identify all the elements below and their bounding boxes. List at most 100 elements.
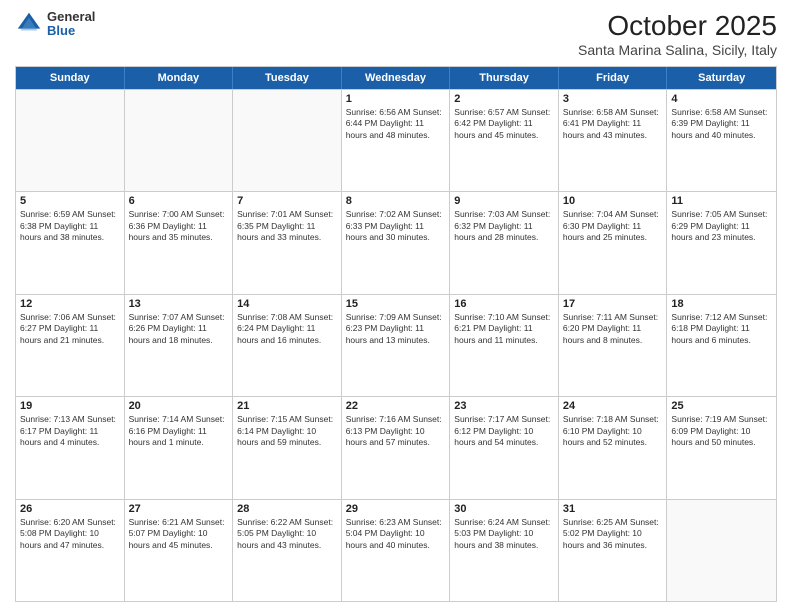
day-info: Sunrise: 7:01 AM Sunset: 6:35 PM Dayligh… bbox=[237, 209, 337, 243]
cal-day-27: 27 Sunrise: 6:21 AM Sunset: 5:07 PM Dayli… bbox=[125, 500, 234, 601]
day-info: Sunrise: 7:16 AM Sunset: 6:13 PM Dayligh… bbox=[346, 414, 446, 448]
day-info: Sunrise: 7:14 AM Sunset: 6:16 PM Dayligh… bbox=[129, 414, 229, 448]
cal-empty-0-2 bbox=[233, 90, 342, 191]
day-number: 25 bbox=[671, 400, 772, 412]
calendar-body: 1 Sunrise: 6:56 AM Sunset: 6:44 PM Daylig… bbox=[16, 89, 776, 601]
day-info: Sunrise: 7:17 AM Sunset: 6:12 PM Dayligh… bbox=[454, 414, 554, 448]
day-number: 7 bbox=[237, 195, 337, 207]
logo-general: General bbox=[47, 10, 95, 24]
cal-day-6: 6Sunrise: 7:00 AM Sunset: 6:36 PM Daylig… bbox=[125, 192, 234, 293]
day-info: Sunrise: 6:22 AM Sunset: 5:05 PM Dayligh… bbox=[237, 517, 337, 551]
day-number: 15 bbox=[346, 298, 446, 310]
header-day-saturday: Saturday bbox=[667, 67, 776, 89]
day-info: Sunrise: 7:13 AM Sunset: 6:17 PM Dayligh… bbox=[20, 414, 120, 448]
day-number: 3 bbox=[563, 93, 663, 105]
day-number: 17 bbox=[563, 298, 663, 310]
header-day-thursday: Thursday bbox=[450, 67, 559, 89]
cal-week-4: 26 Sunrise: 6:20 AM Sunset: 5:08 PM Dayli… bbox=[16, 499, 776, 601]
cal-day-28: 28Sunrise: 6:22 AM Sunset: 5:05 PM Dayli… bbox=[233, 500, 342, 601]
cal-day-14: 14 Sunrise: 7:08 AM Sunset: 6:24 PM Dayli… bbox=[233, 295, 342, 396]
month-title: October 2025 bbox=[578, 10, 777, 42]
cal-day-7: 7 Sunrise: 7:01 AM Sunset: 6:35 PM Daylig… bbox=[233, 192, 342, 293]
cal-day-3: 3 Sunrise: 6:58 AM Sunset: 6:41 PM Daylig… bbox=[559, 90, 668, 191]
cal-week-3: 19 Sunrise: 7:13 AM Sunset: 6:17 PM Dayli… bbox=[16, 396, 776, 498]
day-info: Sunrise: 6:58 AM Sunset: 6:39 PM Dayligh… bbox=[671, 107, 772, 141]
logo-text: General Blue bbox=[47, 10, 95, 39]
calendar: SundayMondayTuesdayWednesdayThursdayFrid… bbox=[15, 66, 777, 602]
day-number: 27 bbox=[129, 503, 229, 515]
cal-day-29: 29Sunrise: 6:23 AM Sunset: 5:04 PM Dayli… bbox=[342, 500, 451, 601]
header: General Blue October 2025 Santa Marina S… bbox=[15, 10, 777, 58]
day-info: Sunrise: 6:59 AM Sunset: 6:38 PM Dayligh… bbox=[20, 209, 120, 243]
day-number: 5 bbox=[20, 195, 120, 207]
day-number: 9 bbox=[454, 195, 554, 207]
day-info: Sunrise: 7:02 AM Sunset: 6:33 PM Dayligh… bbox=[346, 209, 446, 243]
day-info: Sunrise: 7:15 AM Sunset: 6:14 PM Dayligh… bbox=[237, 414, 337, 448]
day-number: 12 bbox=[20, 298, 120, 310]
day-info: Sunrise: 7:07 AM Sunset: 6:26 PM Dayligh… bbox=[129, 312, 229, 346]
cal-day-4: 4Sunrise: 6:58 AM Sunset: 6:39 PM Daylig… bbox=[667, 90, 776, 191]
logo-icon bbox=[15, 10, 43, 38]
cal-day-22: 22 Sunrise: 7:16 AM Sunset: 6:13 PM Dayli… bbox=[342, 397, 451, 498]
logo: General Blue bbox=[15, 10, 95, 39]
cal-day-19: 19 Sunrise: 7:13 AM Sunset: 6:17 PM Dayli… bbox=[16, 397, 125, 498]
cal-day-5: 5 Sunrise: 6:59 AM Sunset: 6:38 PM Daylig… bbox=[16, 192, 125, 293]
day-info: Sunrise: 6:21 AM Sunset: 5:07 PM Dayligh… bbox=[129, 517, 229, 551]
day-info: Sunrise: 6:25 AM Sunset: 5:02 PM Dayligh… bbox=[563, 517, 663, 551]
day-number: 26 bbox=[20, 503, 120, 515]
cal-day-8: 8Sunrise: 7:02 AM Sunset: 6:33 PM Daylig… bbox=[342, 192, 451, 293]
day-number: 11 bbox=[671, 195, 772, 207]
cal-week-2: 12 Sunrise: 7:06 AM Sunset: 6:27 PM Dayli… bbox=[16, 294, 776, 396]
cal-day-17: 17Sunrise: 7:11 AM Sunset: 6:20 PM Dayli… bbox=[559, 295, 668, 396]
day-info: Sunrise: 6:58 AM Sunset: 6:41 PM Dayligh… bbox=[563, 107, 663, 141]
day-info: Sunrise: 6:57 AM Sunset: 6:42 PM Dayligh… bbox=[454, 107, 554, 141]
cal-day-30: 30Sunrise: 6:24 AM Sunset: 5:03 PM Dayli… bbox=[450, 500, 559, 601]
day-info: Sunrise: 6:24 AM Sunset: 5:03 PM Dayligh… bbox=[454, 517, 554, 551]
cal-day-13: 13Sunrise: 7:07 AM Sunset: 6:26 PM Dayli… bbox=[125, 295, 234, 396]
day-info: Sunrise: 6:23 AM Sunset: 5:04 PM Dayligh… bbox=[346, 517, 446, 551]
day-info: Sunrise: 7:08 AM Sunset: 6:24 PM Dayligh… bbox=[237, 312, 337, 346]
day-info: Sunrise: 7:09 AM Sunset: 6:23 PM Dayligh… bbox=[346, 312, 446, 346]
calendar-header: SundayMondayTuesdayWednesdayThursdayFrid… bbox=[16, 67, 776, 89]
cal-day-11: 11 Sunrise: 7:05 AM Sunset: 6:29 PM Dayli… bbox=[667, 192, 776, 293]
cal-day-20: 20 Sunrise: 7:14 AM Sunset: 6:16 PM Dayli… bbox=[125, 397, 234, 498]
day-info: Sunrise: 7:18 AM Sunset: 6:10 PM Dayligh… bbox=[563, 414, 663, 448]
header-day-wednesday: Wednesday bbox=[342, 67, 451, 89]
day-info: Sunrise: 7:05 AM Sunset: 6:29 PM Dayligh… bbox=[671, 209, 772, 243]
day-info: Sunrise: 7:03 AM Sunset: 6:32 PM Dayligh… bbox=[454, 209, 554, 243]
header-day-sunday: Sunday bbox=[16, 67, 125, 89]
day-info: Sunrise: 6:20 AM Sunset: 5:08 PM Dayligh… bbox=[20, 517, 120, 551]
day-number: 14 bbox=[237, 298, 337, 310]
cal-day-25: 25 Sunrise: 7:19 AM Sunset: 6:09 PM Dayli… bbox=[667, 397, 776, 498]
cal-day-1: 1 Sunrise: 6:56 AM Sunset: 6:44 PM Daylig… bbox=[342, 90, 451, 191]
cal-week-0: 1 Sunrise: 6:56 AM Sunset: 6:44 PM Daylig… bbox=[16, 89, 776, 191]
cal-day-18: 18 Sunrise: 7:12 AM Sunset: 6:18 PM Dayli… bbox=[667, 295, 776, 396]
day-info: Sunrise: 7:06 AM Sunset: 6:27 PM Dayligh… bbox=[20, 312, 120, 346]
location: Santa Marina Salina, Sicily, Italy bbox=[578, 42, 777, 58]
day-number: 24 bbox=[563, 400, 663, 412]
cal-day-23: 23Sunrise: 7:17 AM Sunset: 6:12 PM Dayli… bbox=[450, 397, 559, 498]
cal-day-26: 26 Sunrise: 6:20 AM Sunset: 5:08 PM Dayli… bbox=[16, 500, 125, 601]
day-info: Sunrise: 7:19 AM Sunset: 6:09 PM Dayligh… bbox=[671, 414, 772, 448]
day-info: Sunrise: 6:56 AM Sunset: 6:44 PM Dayligh… bbox=[346, 107, 446, 141]
day-info: Sunrise: 7:10 AM Sunset: 6:21 PM Dayligh… bbox=[454, 312, 554, 346]
day-number: 1 bbox=[346, 93, 446, 105]
day-number: 20 bbox=[129, 400, 229, 412]
cal-day-16: 16Sunrise: 7:10 AM Sunset: 6:21 PM Dayli… bbox=[450, 295, 559, 396]
cal-empty-0-1 bbox=[125, 90, 234, 191]
title-block: October 2025 Santa Marina Salina, Sicily… bbox=[578, 10, 777, 58]
day-number: 21 bbox=[237, 400, 337, 412]
cal-empty-4-6 bbox=[667, 500, 776, 601]
page: General Blue October 2025 Santa Marina S… bbox=[0, 0, 792, 612]
cal-day-31: 31 Sunrise: 6:25 AM Sunset: 5:02 PM Dayli… bbox=[559, 500, 668, 601]
header-day-friday: Friday bbox=[559, 67, 668, 89]
cal-day-24: 24 Sunrise: 7:18 AM Sunset: 6:10 PM Dayli… bbox=[559, 397, 668, 498]
cal-week-1: 5 Sunrise: 6:59 AM Sunset: 6:38 PM Daylig… bbox=[16, 191, 776, 293]
day-info: Sunrise: 7:12 AM Sunset: 6:18 PM Dayligh… bbox=[671, 312, 772, 346]
day-info: Sunrise: 7:00 AM Sunset: 6:36 PM Dayligh… bbox=[129, 209, 229, 243]
day-number: 18 bbox=[671, 298, 772, 310]
day-number: 19 bbox=[20, 400, 120, 412]
cal-day-10: 10Sunrise: 7:04 AM Sunset: 6:30 PM Dayli… bbox=[559, 192, 668, 293]
day-number: 22 bbox=[346, 400, 446, 412]
day-number: 31 bbox=[563, 503, 663, 515]
